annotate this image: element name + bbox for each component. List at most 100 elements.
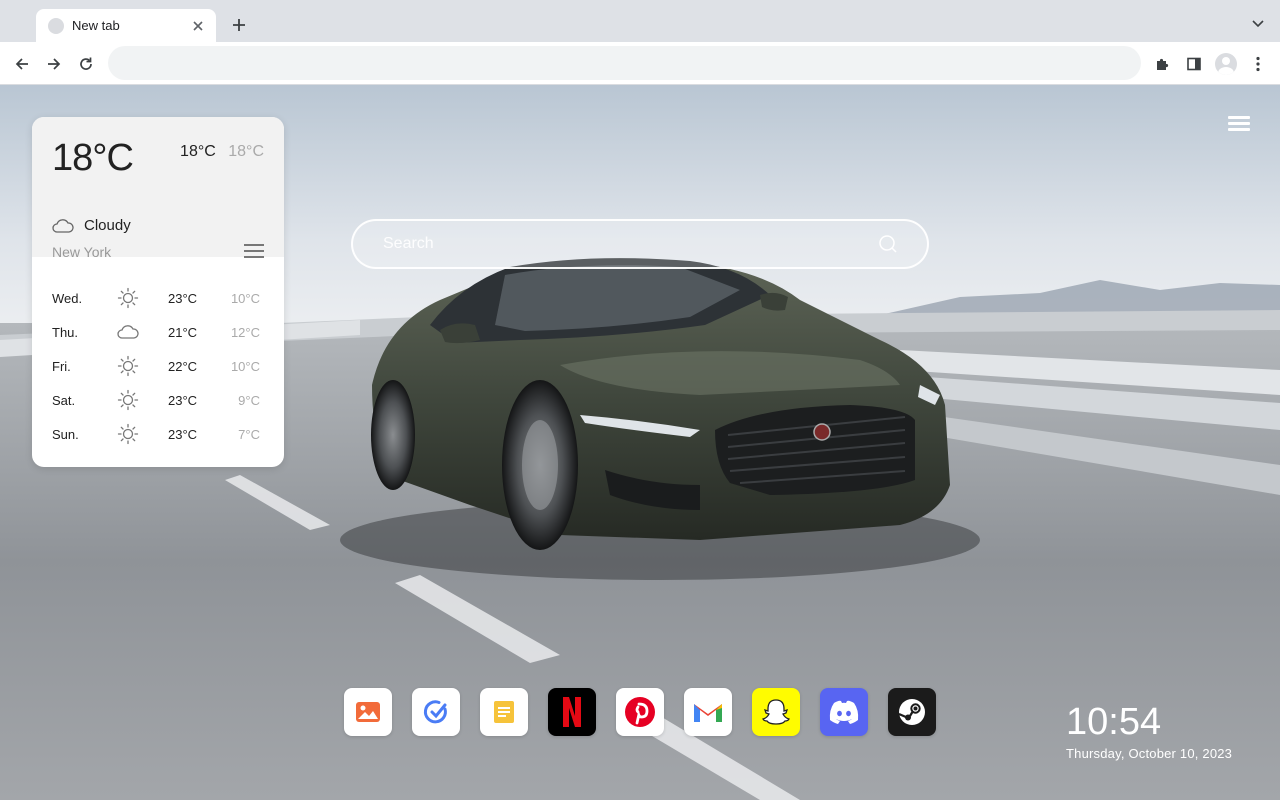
- avatar: [1215, 53, 1237, 75]
- city-label: New York: [52, 244, 112, 260]
- weather-menu-button[interactable]: [244, 244, 264, 260]
- close-icon: [193, 20, 203, 31]
- clock-time: 10:54: [1066, 701, 1162, 743]
- more-vertical-icon: [1256, 56, 1260, 72]
- forecast-high: 23°C: [168, 290, 198, 306]
- sun-icon: [117, 355, 139, 377]
- new-tab-button[interactable]: [228, 14, 250, 36]
- forecast-day: Thu.: [52, 324, 79, 340]
- cloud-icon: [117, 325, 139, 339]
- tab-strip: New tab: [0, 0, 1280, 42]
- forecast-icon: [114, 325, 142, 339]
- app-notes[interactable]: [480, 688, 528, 736]
- tab-favicon-icon: [48, 17, 64, 34]
- address-bar[interactable]: [108, 46, 1141, 80]
- app-dock: [344, 688, 936, 736]
- app-snapchat[interactable]: [752, 688, 800, 736]
- check-icon: [423, 700, 447, 724]
- menu-line: [244, 244, 264, 246]
- profile-button[interactable]: [1212, 50, 1240, 78]
- search-icon[interactable]: [879, 235, 897, 253]
- weather-current: 18°C 18°C 18°C Cloudy New York: [32, 117, 284, 260]
- current-temperature: 18°C: [52, 137, 134, 179]
- close-tab-button[interactable]: [190, 18, 206, 34]
- app-tasks[interactable]: [412, 688, 460, 736]
- app-steam[interactable]: [888, 688, 936, 736]
- forecast-icon: [114, 287, 142, 309]
- app-netflix[interactable]: [548, 688, 596, 736]
- tab-title: New tab: [72, 18, 120, 33]
- current-high-low: 18°C 18°C: [180, 143, 264, 161]
- app-discord[interactable]: [820, 688, 868, 736]
- weather-widget: 18°C 18°C 18°C Cloudy New York Wed. 23°C 1…: [32, 117, 284, 467]
- back-button[interactable]: [9, 51, 35, 77]
- address-input[interactable]: [124, 55, 1125, 71]
- arrow-left-icon: [15, 58, 28, 70]
- forecast-high: 22°C: [168, 358, 198, 374]
- forecast-high: 21°C: [168, 324, 198, 340]
- menu-line: [1228, 116, 1250, 119]
- menu-line: [1228, 122, 1250, 125]
- forecast-day: Sat.: [52, 392, 76, 408]
- forecast-row: Wed. 23°C 10°C: [32, 281, 284, 315]
- puzzle-icon: [1157, 58, 1169, 70]
- forecast-day: Fri.: [52, 358, 71, 374]
- menu-line: [244, 256, 264, 258]
- browser-toolbar: [0, 42, 1280, 85]
- notes-icon: [494, 701, 514, 723]
- side-panel-icon: [1187, 57, 1201, 71]
- browser-menu-button[interactable]: [1244, 50, 1272, 78]
- search-box[interactable]: [351, 219, 929, 269]
- discord-icon: [829, 700, 859, 724]
- clock-date: Thursday, October 10, 2023: [1066, 746, 1233, 761]
- arrow-right-icon: [48, 58, 61, 70]
- weather-condition: Cloudy: [52, 217, 131, 234]
- photo-icon: [356, 702, 380, 722]
- forecast-row: Thu. 21°C 12°C: [32, 315, 284, 349]
- forecast-row: Fri. 22°C 10°C: [32, 349, 284, 383]
- forward-button[interactable]: [41, 51, 67, 77]
- app-photos[interactable]: [344, 688, 392, 736]
- clock-widget: 10:54 Thursday, October 10, 2023: [1066, 700, 1232, 761]
- forecast-low: 12°C: [230, 324, 260, 340]
- app-gmail[interactable]: [684, 688, 732, 736]
- plus-icon: [233, 19, 245, 31]
- search-input[interactable]: [383, 235, 879, 253]
- chevron-down-icon: [1252, 20, 1264, 28]
- forecast-day: Sun.: [52, 426, 79, 442]
- forecast-row: Sat. 23°C 9°C: [32, 383, 284, 417]
- new-tab-page: 18°C 18°C 18°C Cloudy New York Wed. 23°C 1…: [0, 85, 1280, 800]
- forecast-low: 9°C: [238, 392, 260, 408]
- forecast-icon: [114, 355, 142, 377]
- snapchat-icon: [762, 699, 790, 725]
- current-low: 18°C: [228, 143, 264, 160]
- tab-new-tab[interactable]: New tab: [36, 9, 216, 42]
- forecast-row: Sun. 23°C 7°C: [32, 417, 284, 451]
- side-panel-button[interactable]: [1180, 50, 1208, 78]
- forecast-day: Wed.: [52, 290, 83, 306]
- menu-line: [1228, 128, 1250, 131]
- reload-icon: [80, 57, 92, 70]
- extensions-button[interactable]: [1148, 50, 1176, 78]
- condition-label: Cloudy: [84, 217, 131, 234]
- app-pinterest[interactable]: [616, 688, 664, 736]
- sun-icon: [117, 287, 139, 309]
- forecast-list: Wed. 23°C 10°C Thu. 21°C 12°C Fri. 22°C 10°C Sat.…: [32, 257, 284, 451]
- steam-icon: [898, 699, 925, 725]
- forecast-high: 23°C: [168, 392, 198, 408]
- tab-search-button[interactable]: [1248, 14, 1268, 34]
- forecast-icon: [114, 389, 142, 411]
- menu-line: [244, 250, 264, 252]
- page-menu-button[interactable]: [1228, 116, 1250, 134]
- sun-icon: [117, 423, 139, 445]
- cloud-icon: [52, 218, 74, 233]
- forecast-low: 10°C: [230, 358, 260, 374]
- pinterest-icon: [625, 697, 655, 727]
- gmail-icon: [694, 704, 722, 722]
- forecast-icon: [114, 423, 142, 445]
- current-high: 18°C: [180, 143, 216, 160]
- forecast-high: 23°C: [168, 426, 198, 442]
- reload-button[interactable]: [73, 51, 99, 77]
- forecast-low: 10°C: [230, 290, 260, 306]
- sun-icon: [117, 389, 139, 411]
